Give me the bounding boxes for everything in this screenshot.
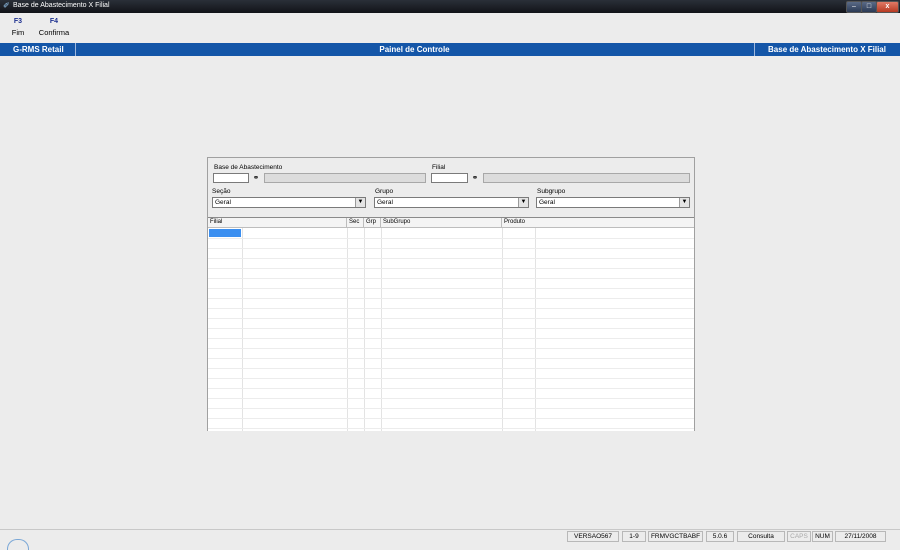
base-input[interactable] bbox=[213, 173, 249, 183]
window-titlebar: ✐ Base de Abastecimento X Filial – □ x bbox=[0, 0, 900, 13]
confirma-button[interactable]: F4 Confirma bbox=[36, 18, 72, 37]
grid-row-line bbox=[208, 238, 694, 239]
binoculars-icon[interactable]: ⚭ bbox=[469, 173, 481, 183]
binoculars-icon[interactable]: ⚭ bbox=[250, 173, 262, 183]
screen-title: Base de Abastecimento X Filial bbox=[768, 45, 886, 54]
grid-row-line bbox=[208, 408, 694, 409]
grid-row-line bbox=[208, 378, 694, 379]
status-form-id: FRMVGCTBABF bbox=[648, 531, 703, 542]
panel-title: Painel de Controle bbox=[379, 45, 450, 54]
base-label: Base de Abastecimento bbox=[214, 164, 283, 171]
grid-row-line bbox=[208, 278, 694, 279]
status-range: 1-9 bbox=[622, 531, 646, 542]
f3-key-label: F3 bbox=[13, 18, 23, 25]
data-grid[interactable]: Filial Sec Grp SubGrupo Produto bbox=[208, 217, 694, 431]
column-header-produto[interactable]: Produto bbox=[502, 218, 694, 227]
subgrupo-value: Geral bbox=[539, 199, 555, 206]
grid-row-line bbox=[208, 428, 694, 429]
grid-row-line bbox=[208, 398, 694, 399]
filial-label: Filial bbox=[432, 164, 446, 171]
grid-row-line bbox=[208, 368, 694, 369]
chevron-down-icon[interactable]: ▼ bbox=[679, 198, 689, 207]
grid-row-line bbox=[208, 348, 694, 349]
filter-panel: Base de Abastecimento ⚭ Filial ⚭ Seção G… bbox=[207, 157, 695, 431]
maximize-button[interactable]: □ bbox=[861, 1, 877, 13]
grid-row-line bbox=[208, 258, 694, 259]
secao-value: Geral bbox=[215, 199, 231, 206]
fim-button[interactable]: F3 Fim bbox=[10, 18, 26, 37]
status-caps: CAPS bbox=[787, 531, 811, 542]
secao-label: Seção bbox=[212, 188, 231, 195]
grid-row-line bbox=[208, 298, 694, 299]
column-header-subgrupo[interactable]: SubGrupo bbox=[381, 218, 502, 227]
grid-row-line bbox=[208, 318, 694, 319]
header-bar: G-RMS Retail Painel de Controle Base de … bbox=[0, 43, 900, 56]
fim-label: Fim bbox=[11, 28, 25, 37]
subgrupo-label: Subgrupo bbox=[537, 188, 566, 195]
filial-description bbox=[483, 173, 690, 183]
grupo-select[interactable]: Geral ▼ bbox=[374, 197, 529, 208]
status-bar: VERSAO567 1-9 FRMVGCTBABF 5.0.6 Consulta… bbox=[0, 529, 900, 550]
chevron-down-icon[interactable]: ▼ bbox=[518, 198, 528, 207]
grid-row-line bbox=[208, 268, 694, 269]
grid-row-line bbox=[208, 338, 694, 339]
close-button[interactable]: x bbox=[876, 1, 899, 13]
grid-header: Filial Sec Grp SubGrupo Produto bbox=[208, 218, 694, 228]
window-title: Base de Abastecimento X Filial bbox=[13, 2, 110, 9]
status-date: 27/11/2008 bbox=[835, 531, 886, 542]
confirma-label: Confirma bbox=[38, 28, 70, 37]
column-header-sec[interactable]: Sec bbox=[347, 218, 364, 227]
grid-row-line bbox=[208, 308, 694, 309]
grid-row-line bbox=[208, 358, 694, 359]
filial-input[interactable] bbox=[431, 173, 468, 183]
grid-row-line bbox=[208, 248, 694, 249]
grupo-label: Grupo bbox=[375, 188, 394, 195]
subgrupo-select[interactable]: Geral ▼ bbox=[536, 197, 690, 208]
grid-row-line bbox=[208, 418, 694, 419]
grupo-value: Geral bbox=[377, 199, 393, 206]
status-mode: Consulta bbox=[737, 531, 785, 542]
grid-row-line bbox=[208, 288, 694, 289]
toolbar: F3 Fim F4 Confirma bbox=[0, 13, 900, 42]
selected-cell[interactable] bbox=[209, 229, 241, 237]
product-name: G-RMS Retail bbox=[13, 45, 64, 54]
grid-row-line bbox=[208, 328, 694, 329]
grid-body[interactable] bbox=[208, 228, 694, 431]
chevron-down-icon[interactable]: ▼ bbox=[355, 198, 365, 207]
column-header-grp[interactable]: Grp bbox=[364, 218, 381, 227]
app-icon: ✐ bbox=[3, 1, 10, 10]
column-header-filial[interactable]: Filial bbox=[208, 218, 347, 227]
status-version: VERSAO567 bbox=[567, 531, 619, 542]
minimize-button[interactable]: – bbox=[846, 1, 862, 13]
status-build: 5.0.6 bbox=[706, 531, 734, 542]
secao-select[interactable]: Geral ▼ bbox=[212, 197, 366, 208]
f4-key-label: F4 bbox=[49, 18, 59, 25]
grid-row-line bbox=[208, 388, 694, 389]
base-description bbox=[264, 173, 426, 183]
logo-icon bbox=[7, 539, 29, 550]
status-num: NUM bbox=[812, 531, 833, 542]
